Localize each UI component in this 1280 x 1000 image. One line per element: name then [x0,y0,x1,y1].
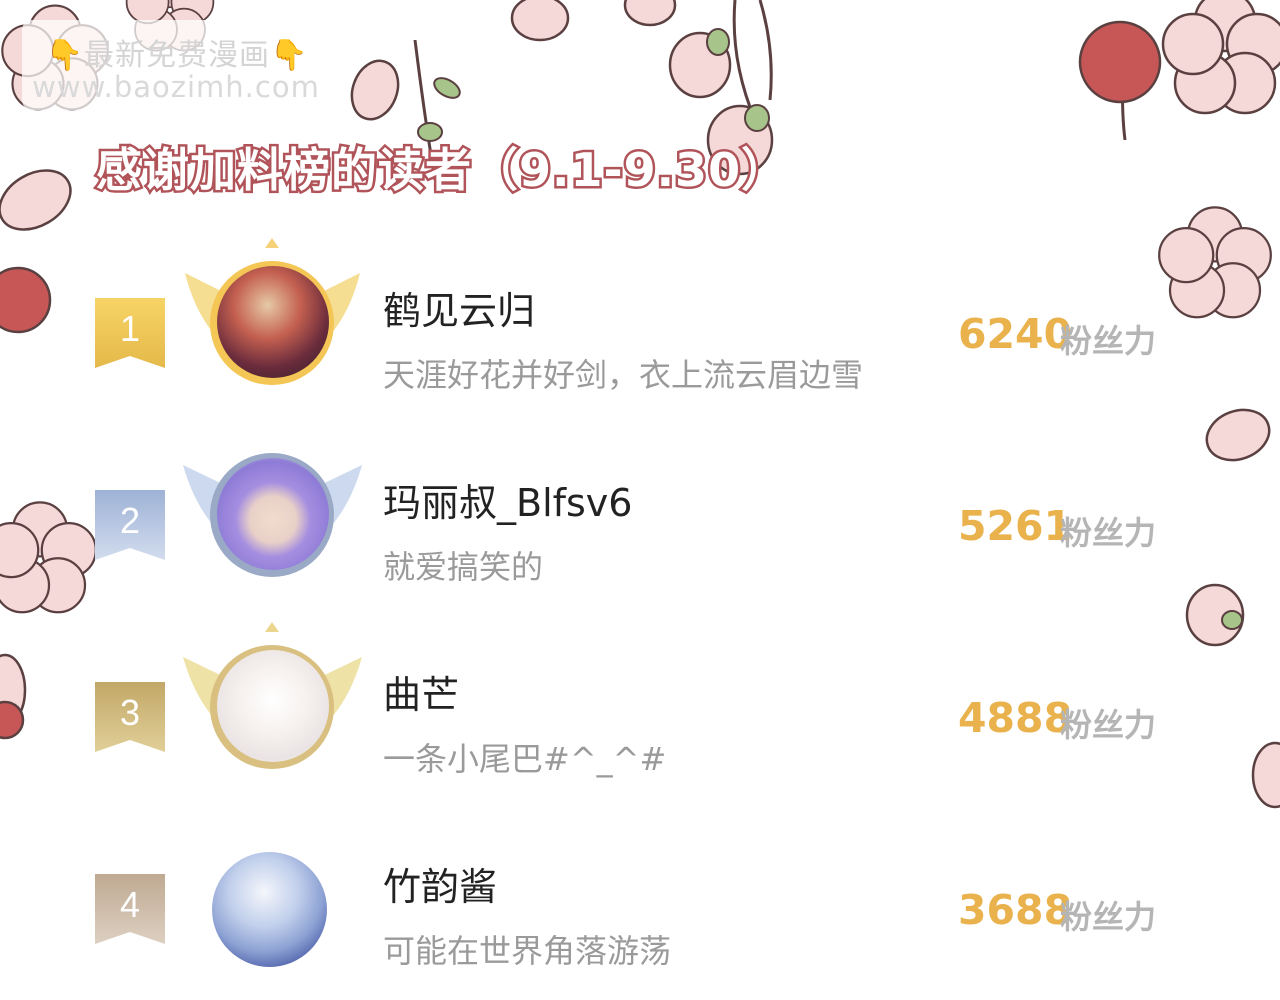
reader-motto: 天涯好花并好剑，衣上流云眉边雪 [383,356,864,394]
avatar [212,852,327,967]
rank-badge: 3 [95,682,165,752]
watermark: 👇最新免费漫画👇 www.baozimh.com [22,20,330,110]
fan-power-score: 4888 [958,694,1073,742]
avatar-frame-gold [180,238,365,388]
avatar-frame-bronze [180,622,365,772]
leaderboard-entry-4[interactable]: 4 竹韵酱 可能在世界角落游荡 3688 粉丝力 [0,834,1280,984]
leaderboard-entry-1[interactable]: 1 鹤见云归 天涯好花并好剑，衣上流云眉边雪 6240 粉丝力 [0,238,1280,408]
fan-power-unit: 粉丝力 [1060,514,1157,552]
avatar [217,650,329,762]
avatar-frame-silver [180,430,365,580]
leaderboard-entry-3[interactable]: 3 曲芒 一条小尾巴#^_^# 4888 粉丝力 [0,622,1280,792]
rank-badge: 4 [95,874,165,944]
reader-motto: 一条小尾巴#^_^# [383,740,667,778]
rank-badge: 1 [95,298,165,368]
pointing-down-hand-icon: 👇 [45,38,84,73]
watermark-url: www.baozimh.com [32,70,320,104]
avatar [217,266,329,378]
watermark-title: 👇最新免费漫画👇 [45,38,309,73]
fan-power-unit: 粉丝力 [1060,706,1157,744]
pointing-down-hand-icon: 👇 [270,38,309,73]
fan-power-score: 5261 [958,502,1073,550]
reader-name: 玛丽叔_Blfsv6 [383,481,633,525]
page-title: 感谢加料榜的读者（9.1-9.30） [93,141,789,200]
fan-power-unit: 粉丝力 [1060,322,1157,360]
reader-motto: 可能在世界角落游荡 [383,932,672,970]
avatar-frame [180,814,365,967]
reader-name: 竹韵酱 [383,865,498,909]
leaderboard-entry-2[interactable]: 2 玛丽叔_Blfsv6 就爱搞笑的 5261 粉丝力 [0,450,1280,600]
rank-badge: 2 [95,490,165,560]
fan-power-unit: 粉丝力 [1060,898,1157,936]
fan-power-score: 3688 [958,886,1073,934]
fan-power-score: 6240 [958,310,1073,358]
avatar [217,458,329,570]
reader-motto: 就爱搞笑的 [383,548,544,586]
reader-name: 鹤见云归 [383,289,536,333]
reader-name: 曲芒 [383,673,460,717]
